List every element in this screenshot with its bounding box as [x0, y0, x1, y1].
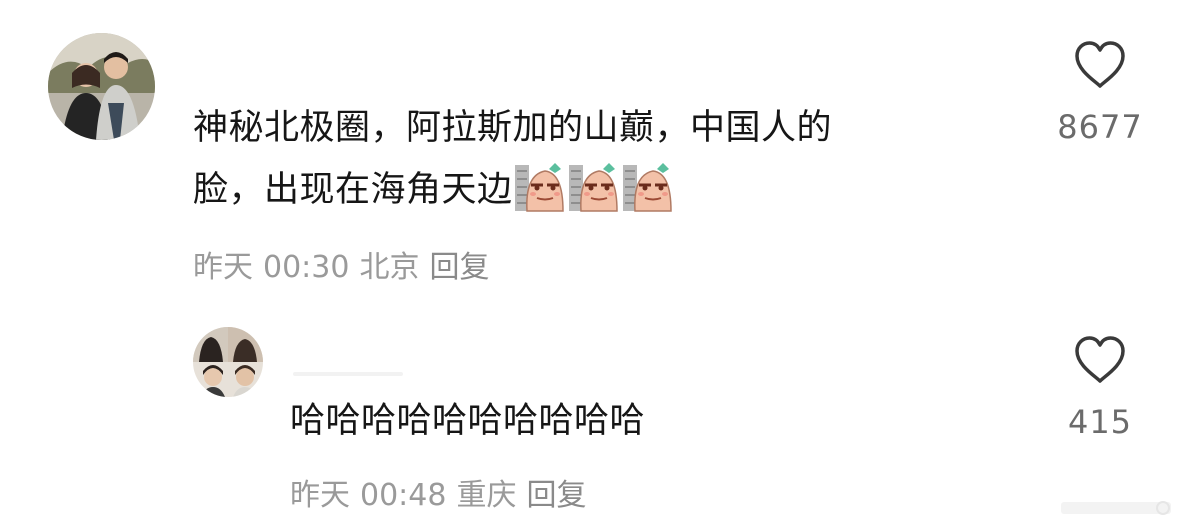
- username-placeholder: [293, 372, 403, 376]
- heart-outline-icon: [1075, 41, 1125, 88]
- heart-outline-icon: [1075, 336, 1125, 383]
- comment-meta: 昨天 00:30 北京 回复: [193, 242, 499, 286]
- comment-day: 昨天: [290, 478, 350, 513]
- avatar[interactable]: [193, 327, 263, 397]
- comment-time: 00:30: [263, 250, 350, 285]
- comment-meta: 昨天 00:48 重庆 回复: [290, 470, 596, 514]
- comment-text-line: 神秘北极圈，阿拉斯加的山巅，中国人的: [193, 108, 833, 148]
- comment-location: 重庆: [456, 478, 517, 513]
- emoji-group: [514, 161, 677, 213]
- like-count: 415: [1067, 403, 1133, 441]
- watching-emoji-icon: [622, 161, 675, 213]
- comment-text-line: 脸，出现在海角天边: [193, 159, 993, 221]
- comment-location: 北京: [359, 250, 420, 285]
- reply-button[interactable]: 回复: [429, 250, 489, 285]
- avatar-collage-photo: [193, 327, 263, 397]
- comment-time: 00:48: [360, 478, 447, 513]
- avatar-couple-photo: [48, 33, 155, 140]
- comment-text: 哈哈哈哈哈哈哈哈哈哈: [290, 390, 990, 452]
- comment-list: 神秘北极圈，阿拉斯加的山巅，中国人的 脸，出现在海角天边 昨天 00:30 北京…: [0, 0, 1179, 532]
- comment-text-line: 哈哈哈哈哈哈哈哈哈哈: [290, 401, 646, 441]
- like-button[interactable]: 8677: [1050, 40, 1150, 146]
- reply-button[interactable]: 回复: [526, 478, 586, 513]
- comment-day: 昨天: [193, 250, 253, 285]
- like-count: 8677: [1057, 108, 1143, 146]
- watching-emoji-icon: [514, 161, 567, 213]
- watermark-graphic: [1061, 501, 1171, 515]
- watching-emoji-icon: [568, 161, 621, 213]
- like-button[interactable]: 415: [1050, 335, 1150, 441]
- comment-text: 神秘北极圈，阿拉斯加的山巅，中国人的 脸，出现在海角天边: [193, 97, 993, 221]
- avatar[interactable]: [48, 33, 155, 140]
